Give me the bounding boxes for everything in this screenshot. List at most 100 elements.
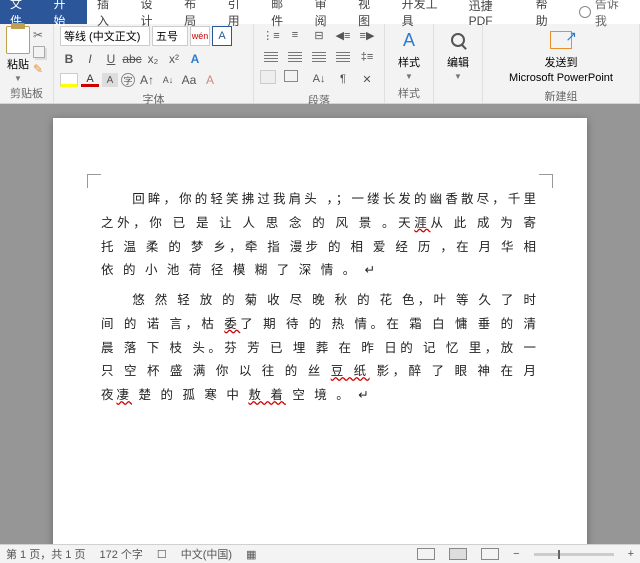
- status-words[interactable]: 172 个字: [99, 546, 142, 562]
- show-marks-button[interactable]: ¶: [332, 70, 354, 88]
- tab-bar: 文件 开始 插入 设计 布局 引用 邮件 审阅 视图 开发工具 迅捷PDF 帮助…: [0, 0, 640, 24]
- editing-group-label: [440, 99, 476, 101]
- char-shading-button[interactable]: A: [102, 73, 118, 87]
- editing-label: 编辑: [447, 54, 469, 70]
- copy-icon[interactable]: [33, 46, 45, 58]
- justify-button[interactable]: [332, 48, 354, 66]
- margin-corner-tl: [87, 174, 101, 188]
- tab-help[interactable]: 帮助: [526, 0, 570, 24]
- tab-home[interactable]: 开始: [44, 0, 88, 24]
- cut-icon[interactable]: ✂: [33, 28, 47, 42]
- highlight-button[interactable]: [60, 73, 78, 87]
- send-label: 发送到: [545, 54, 578, 70]
- font-name-select[interactable]: [60, 26, 150, 46]
- styles-button[interactable]: A 样式 ▼: [391, 26, 427, 83]
- p2-wavy-3: 凄: [117, 388, 133, 402]
- borders-button[interactable]: [284, 70, 298, 82]
- proofing-icon[interactable]: ☐: [157, 548, 167, 561]
- p1-wavy: 涯: [414, 216, 430, 230]
- tab-file[interactable]: 文件: [0, 0, 44, 24]
- p2-wavy-1: 委: [224, 317, 240, 331]
- font-color-button[interactable]: A: [81, 73, 99, 87]
- asian-layout-button[interactable]: ✕: [356, 70, 378, 88]
- paragraph-2[interactable]: 悠 然 轻 放 的 菊 收 尽 晚 秋 的 花 色，叶 等 久 了 时 间 的 …: [101, 289, 539, 408]
- send-target: Microsoft PowerPoint: [509, 72, 613, 84]
- align-left-button[interactable]: [260, 48, 282, 66]
- clipboard-group-label: 剪贴板: [6, 83, 47, 101]
- group-paragraph: ⋮≡ ≡ ⊟ ◀≡ ≡▶ ‡≡ A↓ ¶ ✕ 段落: [254, 24, 385, 103]
- p2-text-e: 空 境 。 ↵: [286, 388, 372, 402]
- web-layout-icon[interactable]: [481, 548, 499, 560]
- styles-label: 样式: [398, 54, 420, 70]
- paste-button[interactable]: 粘贴 ▼: [6, 26, 30, 83]
- font-size-select[interactable]: [152, 26, 188, 46]
- zoom-slider[interactable]: [534, 553, 614, 556]
- superscript-button[interactable]: x²: [165, 50, 183, 68]
- tab-references[interactable]: 引用: [218, 0, 262, 24]
- bullets-button[interactable]: ⋮≡: [260, 26, 282, 44]
- line-spacing-button[interactable]: ‡≡: [356, 48, 378, 66]
- read-mode-icon[interactable]: [417, 548, 435, 560]
- status-page[interactable]: 第 1 页，共 1 页: [6, 546, 85, 562]
- tab-mailings[interactable]: 邮件: [261, 0, 305, 24]
- margin-corner-tr: [539, 174, 553, 188]
- align-right-button[interactable]: [308, 48, 330, 66]
- chevron-down-icon: ▼: [405, 72, 413, 81]
- decrease-indent-button[interactable]: ◀≡: [332, 26, 354, 44]
- group-font: wén A B I U abc x₂ x² A A A 字 A↑ A↓ Aa A: [54, 24, 254, 103]
- underline-button[interactable]: U: [102, 50, 120, 68]
- numbering-button[interactable]: ≡: [284, 26, 306, 44]
- subscript-button[interactable]: x₂: [144, 50, 162, 68]
- zoom-out-button[interactable]: −: [513, 548, 519, 560]
- shrink-font-button[interactable]: A↓: [159, 71, 177, 89]
- bold-button[interactable]: B: [60, 50, 78, 68]
- tab-view[interactable]: 视图: [348, 0, 392, 24]
- print-layout-icon[interactable]: [449, 548, 467, 560]
- shading-button[interactable]: [260, 70, 276, 84]
- clipboard-icon: [6, 26, 30, 54]
- newgroup-label: 新建组: [489, 86, 633, 104]
- tab-tellme[interactable]: 告诉我: [569, 0, 640, 24]
- tab-layout[interactable]: 布局: [174, 0, 218, 24]
- paragraph-1[interactable]: 回眸，你的轻笑拂过我肩头 ，；一缕长发的幽香散尽，千里之外，你 已 是 让 人 …: [101, 188, 539, 283]
- p2-wavy-2: 豆 纸: [331, 364, 370, 378]
- clear-formatting-button[interactable]: A: [201, 71, 219, 89]
- tab-pdf[interactable]: 迅捷PDF: [459, 0, 526, 24]
- italic-button[interactable]: I: [81, 50, 99, 68]
- styles-group-label: 样式: [391, 83, 427, 101]
- multilevel-button[interactable]: ⊟: [308, 26, 330, 44]
- chevron-down-icon: ▼: [454, 72, 462, 81]
- tab-developer[interactable]: 开发工具: [392, 0, 459, 24]
- change-case-button[interactable]: Aa: [180, 71, 198, 89]
- page: 回眸，你的轻笑拂过我肩头 ，；一缕长发的幽香散尽，千里之外，你 已 是 让 人 …: [53, 118, 587, 544]
- tab-insert[interactable]: 插入: [87, 0, 131, 24]
- ribbon: 粘贴 ▼ ✂ ✎ 剪贴板 wén A B I U abc: [0, 24, 640, 104]
- strikethrough-button[interactable]: abc: [123, 50, 141, 68]
- p2-wavy-4: 敖 着: [248, 388, 285, 402]
- status-language[interactable]: 中文(中国): [181, 546, 232, 562]
- enclose-char-button[interactable]: 字: [121, 73, 135, 87]
- character-border-button[interactable]: A: [212, 26, 232, 46]
- zoom-in-button[interactable]: +: [628, 548, 634, 560]
- editing-button[interactable]: 编辑 ▼: [440, 26, 476, 83]
- group-clipboard: 粘贴 ▼ ✂ ✎ 剪贴板: [0, 24, 54, 103]
- tab-design[interactable]: 设计: [131, 0, 175, 24]
- status-bar: 第 1 页，共 1 页 172 个字 ☐ 中文(中国) ▦ − +: [0, 544, 640, 563]
- text-effects-button[interactable]: A: [186, 50, 204, 68]
- send-to-powerpoint-button[interactable]: 发送到 Microsoft PowerPoint: [489, 26, 633, 86]
- format-painter-icon[interactable]: ✎: [33, 62, 47, 76]
- group-editing: 编辑 ▼: [434, 24, 483, 103]
- align-center-button[interactable]: [284, 48, 306, 66]
- macro-icon[interactable]: ▦: [246, 548, 256, 561]
- sort-button[interactable]: A↓: [308, 70, 330, 88]
- grow-font-button[interactable]: A↑: [138, 71, 156, 89]
- increase-indent-button[interactable]: ≡▶: [356, 26, 378, 44]
- document-area[interactable]: 回眸，你的轻笑拂过我肩头 ，；一缕长发的幽香散尽，千里之外，你 已 是 让 人 …: [0, 104, 640, 544]
- paste-label: 粘贴: [7, 56, 29, 72]
- phonetic-guide-button[interactable]: wén: [190, 26, 210, 46]
- document-body[interactable]: 回眸，你的轻笑拂过我肩头 ，；一缕长发的幽香散尽，千里之外，你 已 是 让 人 …: [101, 188, 539, 408]
- tab-review[interactable]: 审阅: [305, 0, 349, 24]
- p2-text-d: 楚 的 孤 寒 中: [132, 388, 248, 402]
- lightbulb-icon: [579, 6, 591, 18]
- styles-icon: A: [397, 28, 421, 52]
